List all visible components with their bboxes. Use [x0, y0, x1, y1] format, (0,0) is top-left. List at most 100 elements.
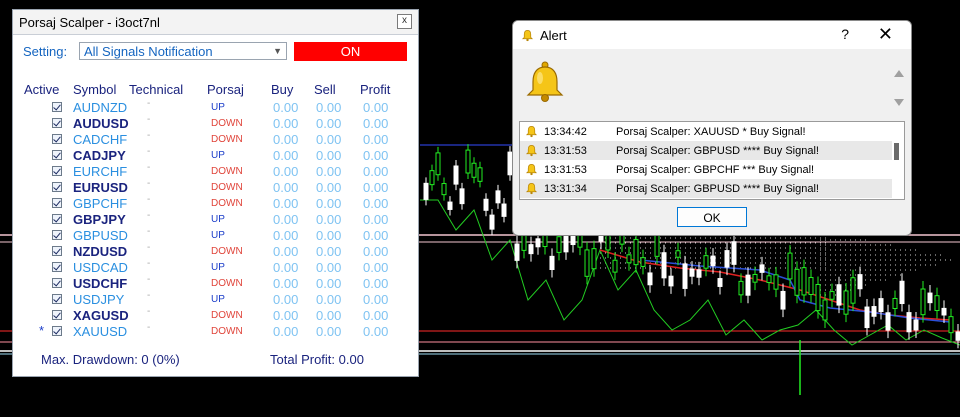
- technical-value: -: [147, 242, 151, 253]
- active-checkbox[interactable]: [52, 246, 62, 256]
- sell-value: 0.00: [316, 148, 342, 163]
- symbol-name[interactable]: USDJPY: [73, 292, 124, 307]
- log-item[interactable]: 13:34:42 Porsaj Scalper: XAUUSD * Buy Sig…: [520, 122, 892, 141]
- symbol-name[interactable]: GBPUSD: [73, 228, 128, 243]
- technical-value: -: [147, 178, 151, 189]
- porsaj-direction: DOWN: [211, 278, 243, 289]
- porsaj-direction: DOWN: [211, 198, 243, 209]
- bell-icon: [521, 29, 534, 41]
- scroll-up-icon[interactable]: [894, 70, 904, 77]
- log-time: 13:31:53: [544, 144, 587, 157]
- sell-value: 0.00: [316, 260, 342, 275]
- table-row: XAGUSD - DOWN 0.00 0.00 0.00: [13, 306, 418, 324]
- help-button[interactable]: ?: [841, 26, 849, 42]
- profit-value: 0.00: [363, 100, 389, 115]
- active-checkbox[interactable]: [52, 182, 62, 192]
- profit-value: 0.00: [363, 164, 389, 179]
- table-row: USDCHF - DOWN 0.00 0.00 0.00: [13, 274, 418, 292]
- buy-value: 0.00: [273, 228, 299, 243]
- technical-value: -: [147, 114, 151, 125]
- table-row: GBPUSD - UP 0.00 0.00 0.00: [13, 226, 418, 244]
- symbol-name[interactable]: AUDUSD: [73, 116, 129, 131]
- active-checkbox[interactable]: [52, 118, 62, 128]
- porsaj-direction: UP: [211, 230, 225, 241]
- table-row: NZDUSD - DOWN 0.00 0.00 0.00: [13, 242, 418, 260]
- active-checkbox[interactable]: [52, 198, 62, 208]
- sell-value: 0.00: [316, 196, 342, 211]
- buy-value: 0.00: [273, 292, 299, 307]
- porsaj-direction: DOWN: [211, 134, 243, 145]
- buy-value: 0.00: [273, 164, 299, 179]
- active-checkbox[interactable]: [52, 214, 62, 224]
- porsaj-direction: DOWN: [211, 118, 243, 129]
- symbol-name[interactable]: NZDUSD: [73, 244, 127, 259]
- buy-value: 0.00: [273, 212, 299, 227]
- profit-value: 0.00: [363, 212, 389, 227]
- symbol-name[interactable]: AUDNZD: [73, 100, 127, 115]
- porsaj-direction: UP: [211, 214, 225, 225]
- large-bell-icon: [526, 61, 564, 102]
- buy-value: 0.00: [273, 116, 299, 131]
- active-checkbox[interactable]: [52, 310, 62, 320]
- log-item[interactable]: 13:31:34 Porsaj Scalper: GBPUSD **** Buy …: [520, 179, 892, 198]
- symbol-name[interactable]: USDCHF: [73, 276, 127, 291]
- technical-value: -: [147, 290, 151, 301]
- symbol-name[interactable]: XAUUSD: [73, 324, 127, 339]
- buy-value: 0.00: [273, 308, 299, 323]
- active-checkbox[interactable]: [52, 278, 62, 288]
- scalper-close-button[interactable]: x: [397, 14, 412, 29]
- symbol-name[interactable]: CADCHF: [73, 132, 127, 147]
- alert-title: Alert: [540, 27, 567, 43]
- log-message: Porsaj Scalper: XAUUSD * Buy Signal!: [616, 125, 806, 138]
- table-row: * XAUUSD - DOWN 0.00 0.00 0.00: [13, 322, 418, 340]
- alert-titlebar: Alert: [513, 21, 911, 49]
- porsaj-direction: DOWN: [211, 326, 243, 337]
- active-checkbox[interactable]: [52, 326, 62, 336]
- buy-value: 0.00: [273, 132, 299, 147]
- alert-close-button[interactable]: ✕: [878, 24, 893, 45]
- active-checkbox[interactable]: [52, 134, 62, 144]
- scroll-down-icon[interactable]: [894, 99, 904, 106]
- symbol-name[interactable]: GBPCHF: [73, 196, 127, 211]
- symbol-name[interactable]: GBPJPY: [73, 212, 126, 227]
- active-checkbox[interactable]: [52, 150, 62, 160]
- technical-value: -: [147, 162, 151, 173]
- header-profit: Profit: [360, 82, 391, 97]
- sell-value: 0.00: [316, 276, 342, 291]
- setting-dropdown[interactable]: All Signals Notification ▼: [79, 42, 287, 60]
- setting-label: Setting:: [23, 43, 68, 59]
- selected-marker: *: [39, 323, 45, 338]
- sell-value: 0.00: [316, 100, 342, 115]
- table-row: EURCHF - DOWN 0.00 0.00 0.00: [13, 162, 418, 180]
- active-checkbox[interactable]: [52, 102, 62, 112]
- profit-value: 0.00: [363, 132, 389, 147]
- technical-value: -: [147, 194, 151, 205]
- sell-value: 0.00: [316, 292, 342, 307]
- active-checkbox[interactable]: [52, 230, 62, 240]
- chevron-down-icon: ▼: [273, 46, 282, 56]
- symbol-name[interactable]: USDCAD: [73, 260, 128, 275]
- setting-value: All Signals Notification: [84, 43, 213, 59]
- sell-value: 0.00: [316, 308, 342, 323]
- buy-value: 0.00: [273, 260, 299, 275]
- header-buy: Buy: [271, 82, 294, 97]
- symbol-name[interactable]: XAGUSD: [73, 308, 129, 323]
- table-row: CADCHF - DOWN 0.00 0.00 0.00: [13, 130, 418, 148]
- active-checkbox[interactable]: [52, 262, 62, 272]
- log-item[interactable]: 13:31:53 Porsaj Scalper: GBPCHF *** Buy S…: [520, 160, 892, 179]
- sell-value: 0.00: [316, 116, 342, 131]
- symbol-name[interactable]: CADJPY: [73, 148, 126, 163]
- symbol-name[interactable]: EURCHF: [73, 164, 127, 179]
- active-checkbox[interactable]: [52, 166, 62, 176]
- header-porsaj: Porsaj: [207, 82, 244, 97]
- log-item[interactable]: 13:31:53 Porsaj Scalper: GBPUSD **** Buy …: [520, 141, 892, 160]
- log-time: 13:34:42: [544, 125, 587, 138]
- table-row: USDJPY - UP 0.00 0.00 0.00: [13, 290, 418, 308]
- log-scrollbar[interactable]: [894, 143, 899, 160]
- buy-value: 0.00: [273, 324, 299, 339]
- active-checkbox[interactable]: [52, 294, 62, 304]
- on-button[interactable]: ON: [294, 42, 407, 61]
- ok-button[interactable]: OK: [677, 207, 747, 227]
- symbol-name[interactable]: EURUSD: [73, 180, 128, 195]
- bell-icon: [525, 164, 538, 176]
